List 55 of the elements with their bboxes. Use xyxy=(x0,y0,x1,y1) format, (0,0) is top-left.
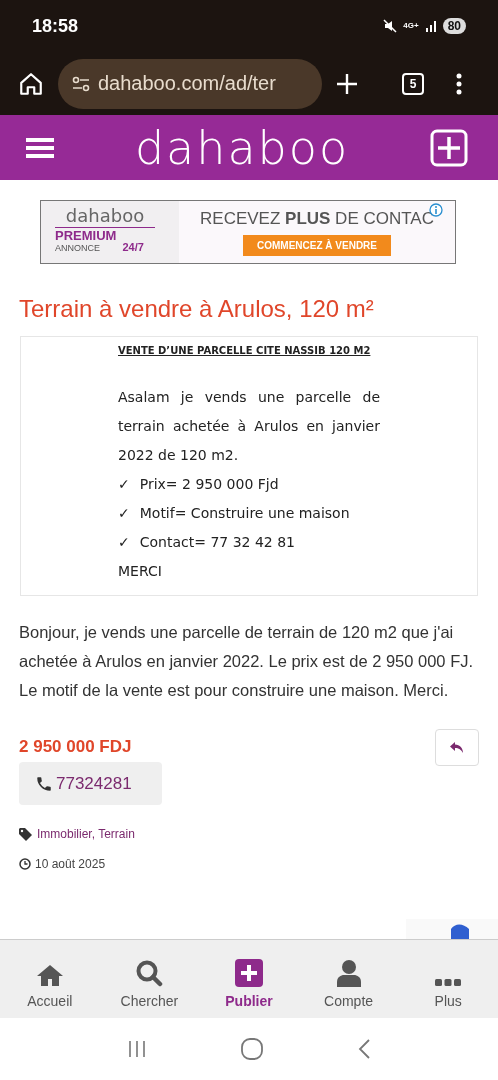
add-icon xyxy=(235,959,263,987)
nav-tab[interactable]: Publier xyxy=(204,949,294,1009)
ad-banner[interactable]: dahaboo PREMIUM ANNONCE 24/7 RECEVEZ PLUS DE CONTAC COMMENCEZ À VENDRE xyxy=(40,200,456,264)
share-button[interactable] xyxy=(435,729,479,766)
site-logo[interactable]: dahaboo xyxy=(134,120,350,175)
home-icon[interactable] xyxy=(18,70,44,97)
check-mark: ✓ xyxy=(118,475,130,494)
hours-label: 24/7 xyxy=(122,241,144,253)
document-closing: MERCI xyxy=(118,562,163,581)
url-field[interactable]: dahaboo.com/ad/ter xyxy=(58,58,322,109)
listing-photo[interactable] xyxy=(20,336,478,596)
tag-icon xyxy=(19,827,33,841)
recent-apps-icon[interactable] xyxy=(126,1039,147,1059)
document-bullet: Motif= Construire une maison xyxy=(139,504,350,523)
category-link[interactable]: Immobilier, Terrain xyxy=(37,827,135,841)
url-text: dahaboo.com/ad/ter xyxy=(98,72,276,95)
add-icon[interactable] xyxy=(430,128,468,167)
more-icon xyxy=(435,979,462,987)
home-button-icon[interactable] xyxy=(240,1037,264,1061)
battery-level: 80 xyxy=(442,18,466,34)
ad-logo: dahaboo xyxy=(55,205,155,228)
nav-tab[interactable]: Compte xyxy=(303,949,394,1009)
listing-title: Terrain à vendre à Arulos, 120 m² xyxy=(19,294,375,324)
mute-icon xyxy=(383,19,398,33)
menu-icon[interactable] xyxy=(26,136,54,159)
back-icon[interactable] xyxy=(357,1038,372,1060)
check-mark: ✓ xyxy=(118,533,130,552)
nav-tab[interactable]: Plus xyxy=(403,949,494,1009)
document-bullet: Contact= 77 32 42 81 xyxy=(139,533,295,552)
reply-icon xyxy=(449,740,465,755)
listing-date: 10 août 2025 xyxy=(35,857,106,871)
tab-count-button[interactable]: 5 xyxy=(402,72,424,95)
home-icon xyxy=(35,963,64,987)
nav-tab[interactable]: Chercher xyxy=(104,949,195,1009)
premium-label: PREMIUM xyxy=(55,228,117,243)
document-heading: VENTE D’UNE PARCELLE CITE NASSIB 120 M2 xyxy=(118,345,372,356)
network-type: 4G+ xyxy=(403,22,419,30)
check-mark: ✓ xyxy=(118,504,130,523)
search-icon xyxy=(135,959,164,987)
new-tab-icon[interactable] xyxy=(336,72,358,95)
listing-price: 2 950 000 FDJ xyxy=(19,737,132,757)
document-paragraph: Asalam je vends une parcelle de terrain achetée à Arulos en janvier 2022 de 120 m2. xyxy=(118,388,380,465)
signal-icon xyxy=(424,20,437,32)
site-settings-icon[interactable] xyxy=(72,75,90,92)
nav-tab[interactable]: Accueil xyxy=(4,949,95,1009)
phone-icon xyxy=(35,774,53,793)
listing-description: Bonjour, je vends une parcelle de terrain de 120 m2 que j'ai achetée à Arulos en janvier 2022. Le prix est de 2 950 000 FJ. Le motif de la vente est pour construire une maison. Merci. xyxy=(19,622,475,701)
more-icon[interactable] xyxy=(456,72,462,95)
clock-icon xyxy=(19,858,31,870)
status-time: 18:58 xyxy=(32,15,79,37)
ad-headline: RECEVEZ PLUS DE CONTAC xyxy=(200,208,434,229)
user-icon xyxy=(336,959,361,987)
phone-button[interactable]: 77324281 xyxy=(19,762,162,805)
annonce-label: ANNONCE xyxy=(55,243,101,253)
document-bullet: Prix= 2 950 000 Fjd xyxy=(139,475,279,494)
